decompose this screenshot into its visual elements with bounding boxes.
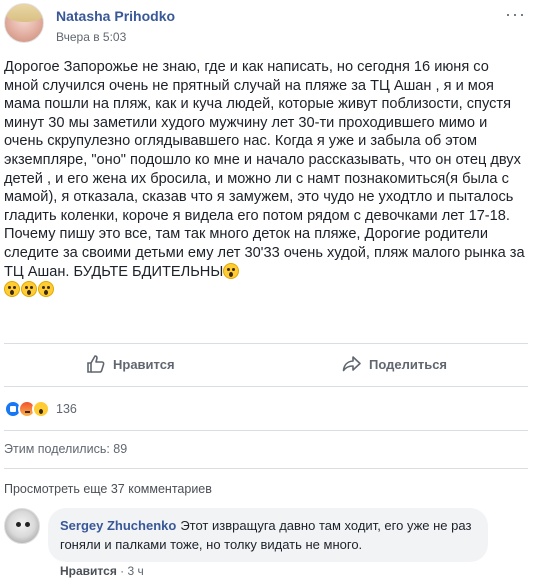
share-label: Поделиться: [369, 356, 448, 372]
reactions-summary[interactable]: 136: [4, 399, 77, 419]
wow-emoji-icon: [4, 281, 20, 298]
like-button[interactable]: Нравится: [86, 353, 175, 375]
commenter-avatar[interactable]: [4, 508, 40, 544]
divider: [4, 343, 528, 344]
more-options-button[interactable]: ···: [505, 5, 526, 23]
action-bar: Нравится Поделиться: [4, 345, 528, 385]
post-header: Natasha Prihodko Вчера в 5:03 ···: [4, 3, 532, 49]
comment-like-link[interactable]: Нравится: [60, 564, 117, 578]
author-avatar[interactable]: [4, 3, 44, 43]
post-paragraph: Дорогое Запорожье не знаю, где и как нап…: [4, 59, 525, 280]
wow-emoji-icon: [223, 262, 240, 279]
post-text: Дорогое Запорожье не знаю, где и как нап…: [4, 58, 526, 300]
comment-timestamp[interactable]: 3 ч: [128, 564, 144, 578]
separator: ·: [120, 564, 125, 578]
commenter-name[interactable]: Sergey Zhuchenko: [60, 518, 176, 533]
thumbs-up-icon: [87, 355, 105, 373]
wow-reaction-icon: [32, 400, 50, 418]
comment-actions: Нравится · 3 ч: [60, 564, 144, 578]
shares-count[interactable]: Этим поделились: 89: [4, 442, 127, 456]
comment-bubble: Sergey Zhuchenko Этот извращуга давно там…: [48, 508, 488, 562]
post-timestamp[interactable]: Вчера в 5:03: [56, 30, 126, 44]
divider: [4, 468, 528, 469]
divider: [4, 430, 528, 431]
wow-emoji-icon: [38, 281, 54, 298]
wow-emoji-icon: [21, 281, 37, 298]
reaction-count[interactable]: 136: [56, 402, 77, 416]
like-label: Нравится: [113, 356, 175, 372]
divider: [4, 386, 528, 387]
view-more-comments-link[interactable]: Просмотреть еще 37 комментариев: [4, 482, 212, 496]
share-button[interactable]: Поделиться: [342, 353, 447, 375]
author-name[interactable]: Natasha Prihodko: [56, 8, 175, 24]
share-arrow-icon: [342, 356, 361, 372]
